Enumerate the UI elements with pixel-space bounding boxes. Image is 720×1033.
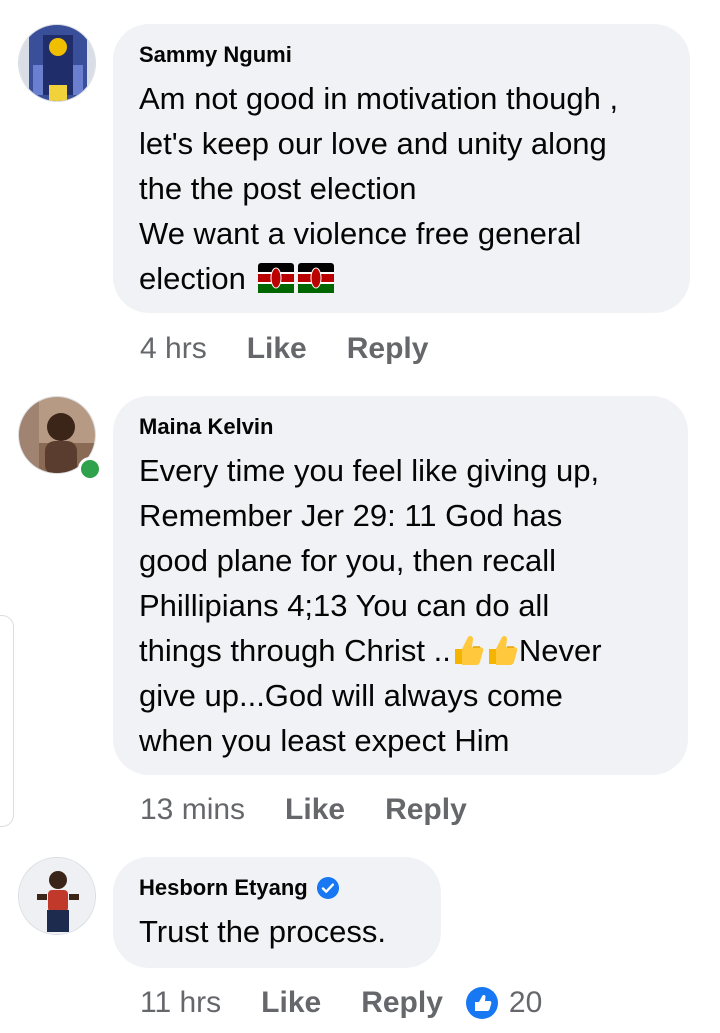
- comment-line: things through Christ ..: [139, 633, 451, 668]
- avatar-image-hesborn: [19, 858, 95, 934]
- avatar[interactable]: [18, 857, 96, 935]
- comment-line: Remember Jer 29: 11 God has: [139, 498, 563, 533]
- reaction-count: 20: [508, 986, 543, 1019]
- comment-line: when you least expect Him: [139, 723, 510, 758]
- comment-author[interactable]: Maina Kelvin: [139, 412, 662, 442]
- comment-line: Every time you feel like giving up,: [139, 453, 600, 488]
- comment-line: Am not good in motivation though ,: [139, 81, 619, 116]
- like-button[interactable]: Like: [261, 986, 321, 1020]
- side-card-edge: [0, 615, 14, 827]
- comment-line: Trust the process.: [139, 914, 386, 949]
- comment-line: Phillipians 4;13 You can do all: [139, 588, 550, 623]
- kenya-flag-icon: [298, 263, 335, 293]
- like-button[interactable]: Like: [247, 332, 307, 366]
- reply-button[interactable]: Reply: [361, 986, 443, 1020]
- verified-badge-icon: [316, 877, 339, 899]
- comment-bubble: Maina Kelvin Every time you feel like gi…: [113, 396, 688, 775]
- comment-actions: 11 hrs Like Reply 20: [140, 983, 542, 1023]
- comment-author[interactable]: Sammy Ngumi: [139, 40, 664, 70]
- comment-text: Am not good in motivation though , let's…: [139, 76, 664, 301]
- comment-line: let's keep our love and unity along: [139, 126, 607, 161]
- comment-timestamp[interactable]: 11 hrs: [140, 986, 221, 1020]
- comment-bubble: Sammy Ngumi Am not good in motivation th…: [113, 24, 690, 313]
- comment-line-continuation: Never: [518, 633, 602, 668]
- like-button[interactable]: Like: [285, 793, 345, 827]
- avatar-image-sammy: [19, 25, 95, 101]
- reply-button[interactable]: Reply: [347, 332, 429, 366]
- like-reaction-icon: [465, 987, 498, 1019]
- comment-actions: 4 hrs Like Reply: [140, 329, 428, 369]
- comment-author[interactable]: Hesborn Etyang: [139, 873, 415, 903]
- reply-button[interactable]: Reply: [385, 793, 467, 827]
- comment-line: We want a violence free general: [139, 216, 582, 251]
- author-name[interactable]: Sammy Ngumi: [139, 40, 292, 70]
- comment-line: give up...God will always come: [139, 678, 563, 713]
- thumbs-up-icon: [454, 635, 484, 665]
- comment-line: the the post election: [139, 171, 417, 206]
- comment-actions: 13 mins Like Reply: [140, 790, 467, 830]
- avatar[interactable]: [18, 24, 96, 102]
- comment-line: good plane for you, then recall: [139, 543, 557, 578]
- author-name[interactable]: Hesborn Etyang: [139, 873, 308, 903]
- comment-line: election: [139, 261, 246, 296]
- comment-timestamp[interactable]: 13 mins: [140, 793, 245, 827]
- comment-bubble: Hesborn Etyang Trust the process.: [113, 857, 441, 968]
- thumbs-up-icon: [488, 635, 518, 665]
- author-name[interactable]: Maina Kelvin: [139, 412, 273, 442]
- comment-text: Trust the process.: [139, 909, 415, 954]
- online-status-indicator: [78, 457, 102, 481]
- kenya-flag-icon: [258, 263, 295, 293]
- comment-text: Every time you feel like giving up, Reme…: [139, 448, 662, 763]
- comment-timestamp[interactable]: 4 hrs: [140, 332, 207, 366]
- reaction-summary[interactable]: 20: [465, 986, 542, 1020]
